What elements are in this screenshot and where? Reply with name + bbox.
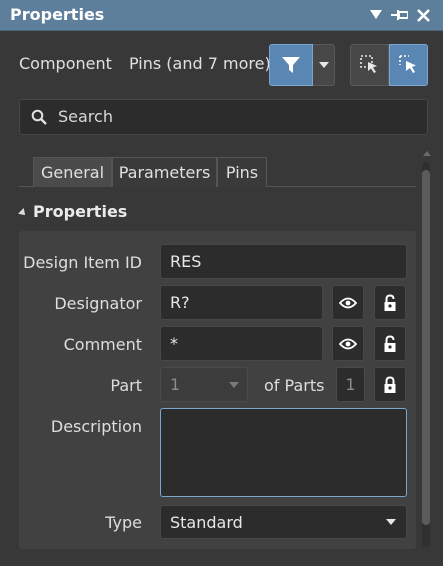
select-arrow-icon bbox=[398, 55, 416, 73]
design-item-id-label: Design Item ID bbox=[23, 253, 142, 272]
type-label: Type bbox=[105, 513, 142, 532]
type-select[interactable]: Standard bbox=[160, 505, 407, 539]
description-textarea[interactable] bbox=[160, 408, 407, 497]
scroll-up-icon[interactable] bbox=[422, 148, 432, 158]
filter-icon bbox=[282, 57, 300, 73]
of-parts-value: 1 bbox=[336, 367, 365, 402]
designator-visibility-button[interactable] bbox=[332, 285, 364, 320]
designator-field[interactable]: R? bbox=[160, 285, 323, 320]
properties-section-header[interactable]: Properties bbox=[18, 202, 128, 221]
of-parts-label: of Parts bbox=[264, 376, 325, 395]
part-label: Part bbox=[110, 376, 142, 395]
select-mode-button[interactable] bbox=[350, 44, 389, 86]
comment-lock-button[interactable] bbox=[374, 326, 406, 361]
panel-title: Properties bbox=[10, 5, 105, 24]
tab-pins[interactable]: Pins bbox=[217, 157, 267, 187]
select-arrow-button[interactable] bbox=[389, 44, 428, 86]
search-icon bbox=[31, 109, 47, 129]
collapse-triangle-icon bbox=[18, 207, 28, 218]
comment-visibility-button[interactable] bbox=[332, 326, 364, 361]
object-kind-label: Component bbox=[19, 54, 112, 73]
filter-dropdown-button[interactable] bbox=[313, 44, 335, 86]
type-value: Standard bbox=[170, 513, 243, 532]
filter-button[interactable] bbox=[269, 44, 313, 86]
search-input[interactable]: Search bbox=[58, 107, 113, 126]
chevron-down-icon bbox=[318, 62, 329, 68]
description-label: Description bbox=[50, 417, 142, 436]
eye-icon bbox=[339, 338, 357, 349]
eye-icon bbox=[339, 297, 357, 308]
lock-icon bbox=[384, 334, 396, 352]
panel-titlebar: Properties bbox=[0, 0, 443, 31]
designator-lock-button[interactable] bbox=[374, 285, 406, 320]
part-lock-button[interactable] bbox=[374, 367, 406, 402]
close-icon[interactable] bbox=[413, 4, 433, 26]
chevron-down-icon bbox=[386, 519, 396, 525]
part-value: 1 bbox=[170, 375, 181, 394]
filter-summary[interactable]: Pins (and 7 more) bbox=[129, 54, 271, 73]
tab-parameters[interactable]: Parameters bbox=[112, 157, 217, 187]
lock-icon bbox=[384, 293, 396, 311]
search-field[interactable]: Search bbox=[19, 99, 428, 135]
dropdown-arrow-icon[interactable] bbox=[366, 4, 386, 26]
design-item-id-field[interactable]: RES bbox=[160, 244, 407, 279]
pin-panel-icon[interactable] bbox=[390, 4, 410, 26]
section-title: Properties bbox=[33, 202, 128, 221]
chevron-down-icon bbox=[229, 382, 239, 388]
select-mode-icon bbox=[359, 55, 377, 73]
part-select: 1 bbox=[160, 367, 248, 402]
designator-label: Designator bbox=[54, 294, 142, 313]
scrollbar-thumb[interactable] bbox=[422, 170, 430, 525]
tab-general[interactable]: General bbox=[33, 157, 112, 187]
lock-icon bbox=[384, 375, 396, 393]
comment-field[interactable]: * bbox=[160, 326, 323, 361]
comment-label: Comment bbox=[63, 335, 142, 354]
